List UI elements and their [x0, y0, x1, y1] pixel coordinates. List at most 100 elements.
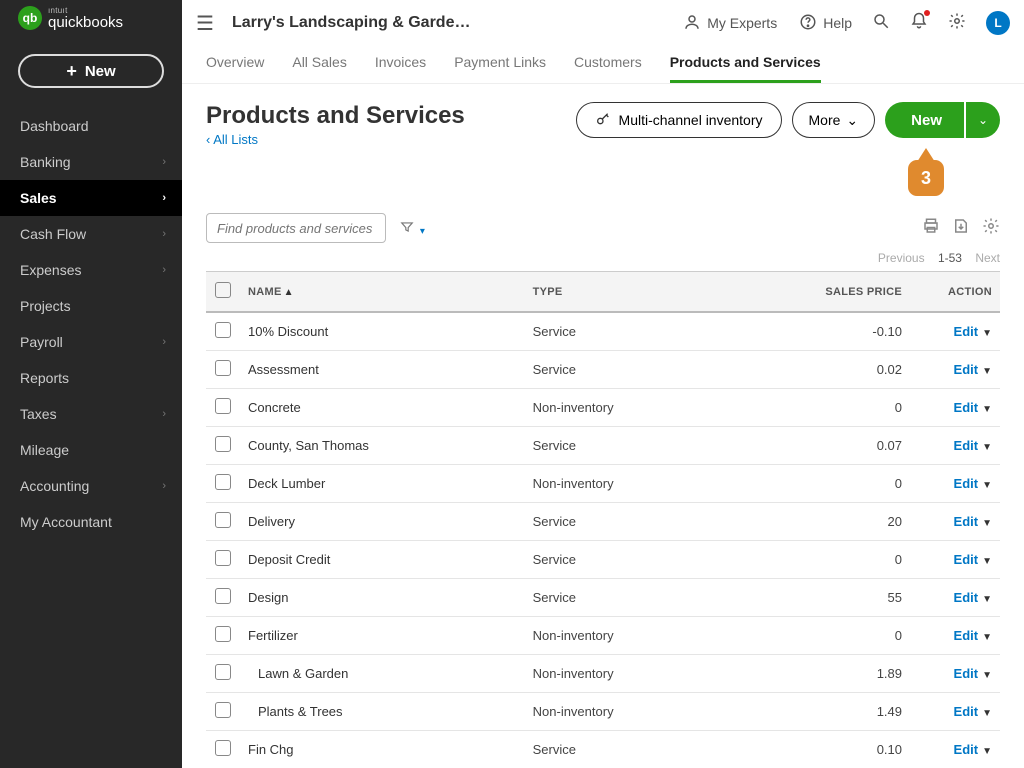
cell-price: 0.10	[722, 731, 910, 768]
row-checkbox[interactable]	[215, 626, 231, 642]
pager-next[interactable]: Next	[975, 251, 1000, 265]
edit-link[interactable]: Edit	[954, 324, 979, 339]
edit-link[interactable]: Edit	[954, 742, 979, 757]
action-dropdown-icon[interactable]: ▼	[982, 480, 992, 491]
action-dropdown-icon[interactable]: ▼	[982, 670, 992, 681]
bell-icon[interactable]	[910, 12, 928, 35]
sidebar-item-sales[interactable]: Sales›	[0, 180, 182, 216]
export-icon[interactable]	[952, 217, 970, 240]
cell-name[interactable]: Fertilizer	[240, 617, 525, 655]
new-button-dropdown[interactable]: ⌄	[966, 102, 1000, 138]
more-button[interactable]: More ⌄	[792, 102, 876, 138]
col-price[interactable]: SALES PRICE	[722, 272, 910, 313]
action-dropdown-icon[interactable]: ▼	[982, 328, 992, 339]
table-gear-icon[interactable]	[982, 217, 1000, 240]
row-checkbox[interactable]	[215, 664, 231, 680]
search-input[interactable]	[206, 213, 386, 243]
cell-price: -0.10	[722, 312, 910, 351]
row-checkbox[interactable]	[215, 702, 231, 718]
sidebar-item-banking[interactable]: Banking›	[0, 144, 182, 180]
sidebar-item-label: My Accountant	[20, 514, 112, 530]
search-icon[interactable]	[872, 12, 890, 35]
sidebar-item-expenses[interactable]: Expenses›	[0, 252, 182, 288]
row-checkbox[interactable]	[215, 322, 231, 338]
edit-link[interactable]: Edit	[954, 400, 979, 415]
cell-type: Service	[525, 427, 722, 465]
row-checkbox[interactable]	[215, 740, 231, 756]
action-dropdown-icon[interactable]: ▼	[982, 594, 992, 605]
sidebar-item-payroll[interactable]: Payroll›	[0, 324, 182, 360]
cell-name[interactable]: Deck Lumber	[240, 465, 525, 503]
col-type[interactable]: TYPE	[525, 272, 722, 313]
logo[interactable]: qb ıntuıt quickbooks	[0, 0, 182, 36]
edit-link[interactable]: Edit	[954, 362, 979, 377]
row-checkbox[interactable]	[215, 436, 231, 452]
tab-invoices[interactable]: Invoices	[375, 54, 426, 83]
action-dropdown-icon[interactable]: ▼	[982, 746, 992, 757]
action-dropdown-icon[interactable]: ▼	[982, 366, 992, 377]
cell-name[interactable]: Plants & Trees	[240, 693, 525, 731]
hamburger-icon[interactable]: ☰	[196, 11, 214, 36]
cell-name[interactable]: Lawn & Garden	[240, 655, 525, 693]
table-tools	[922, 217, 1000, 240]
new-button[interactable]: New	[885, 102, 964, 138]
chevron-right-icon: ›	[162, 156, 166, 168]
table-row: Deposit CreditService0Edit▼	[206, 541, 1000, 579]
tab-all-sales[interactable]: All Sales	[292, 54, 346, 83]
edit-link[interactable]: Edit	[954, 552, 979, 567]
action-dropdown-icon[interactable]: ▼	[982, 632, 992, 643]
edit-link[interactable]: Edit	[954, 704, 979, 719]
cell-name[interactable]: Design	[240, 579, 525, 617]
row-checkbox[interactable]	[215, 512, 231, 528]
edit-link[interactable]: Edit	[954, 438, 979, 453]
sidebar-new-button[interactable]: + New	[18, 54, 164, 88]
row-checkbox[interactable]	[215, 398, 231, 414]
breadcrumb[interactable]: All Lists	[206, 132, 258, 147]
sidebar-item-reports[interactable]: Reports	[0, 360, 182, 396]
action-dropdown-icon[interactable]: ▼	[982, 556, 992, 567]
filter-icon[interactable]	[400, 220, 425, 237]
col-name[interactable]: NAME▲	[240, 272, 525, 313]
action-dropdown-icon[interactable]: ▼	[982, 708, 992, 719]
print-icon[interactable]	[922, 217, 940, 240]
gear-icon[interactable]	[948, 12, 966, 35]
edit-link[interactable]: Edit	[954, 590, 979, 605]
cell-type: Service	[525, 541, 722, 579]
my-experts-link[interactable]: My Experts	[683, 13, 777, 34]
cell-name[interactable]: Fin Chg	[240, 731, 525, 768]
row-checkbox[interactable]	[215, 474, 231, 490]
company-name[interactable]: Larry's Landscaping & Garde…	[232, 14, 471, 32]
cell-name[interactable]: Concrete	[240, 389, 525, 427]
sidebar-item-accounting[interactable]: Accounting›	[0, 468, 182, 504]
sidebar-item-mileage[interactable]: Mileage	[0, 432, 182, 468]
avatar[interactable]: L	[986, 11, 1010, 35]
tab-overview[interactable]: Overview	[206, 54, 264, 83]
action-dropdown-icon[interactable]: ▼	[982, 518, 992, 529]
tab-payment-links[interactable]: Payment Links	[454, 54, 546, 83]
cell-name[interactable]: County, San Thomas	[240, 427, 525, 465]
edit-link[interactable]: Edit	[954, 628, 979, 643]
sidebar-item-dashboard[interactable]: Dashboard	[0, 108, 182, 144]
cell-name[interactable]: 10% Discount	[240, 312, 525, 351]
action-dropdown-icon[interactable]: ▼	[982, 442, 992, 453]
edit-link[interactable]: Edit	[954, 514, 979, 529]
edit-link[interactable]: Edit	[954, 666, 979, 681]
cell-name[interactable]: Deposit Credit	[240, 541, 525, 579]
select-all-checkbox[interactable]	[215, 282, 231, 298]
sidebar-item-my-accountant[interactable]: My Accountant	[0, 504, 182, 540]
action-dropdown-icon[interactable]: ▼	[982, 404, 992, 415]
row-checkbox[interactable]	[215, 360, 231, 376]
sidebar-item-taxes[interactable]: Taxes›	[0, 396, 182, 432]
cell-name[interactable]: Delivery	[240, 503, 525, 541]
help-link[interactable]: Help	[799, 13, 852, 34]
sidebar-item-cash-flow[interactable]: Cash Flow›	[0, 216, 182, 252]
tab-customers[interactable]: Customers	[574, 54, 642, 83]
sidebar-item-projects[interactable]: Projects	[0, 288, 182, 324]
cell-name[interactable]: Assessment	[240, 351, 525, 389]
row-checkbox[interactable]	[215, 550, 231, 566]
row-checkbox[interactable]	[215, 588, 231, 604]
edit-link[interactable]: Edit	[954, 476, 979, 491]
tab-products-and-services[interactable]: Products and Services	[670, 54, 821, 83]
pager-previous[interactable]: Previous	[878, 251, 925, 265]
multi-channel-button[interactable]: Multi-channel inventory	[576, 102, 782, 138]
